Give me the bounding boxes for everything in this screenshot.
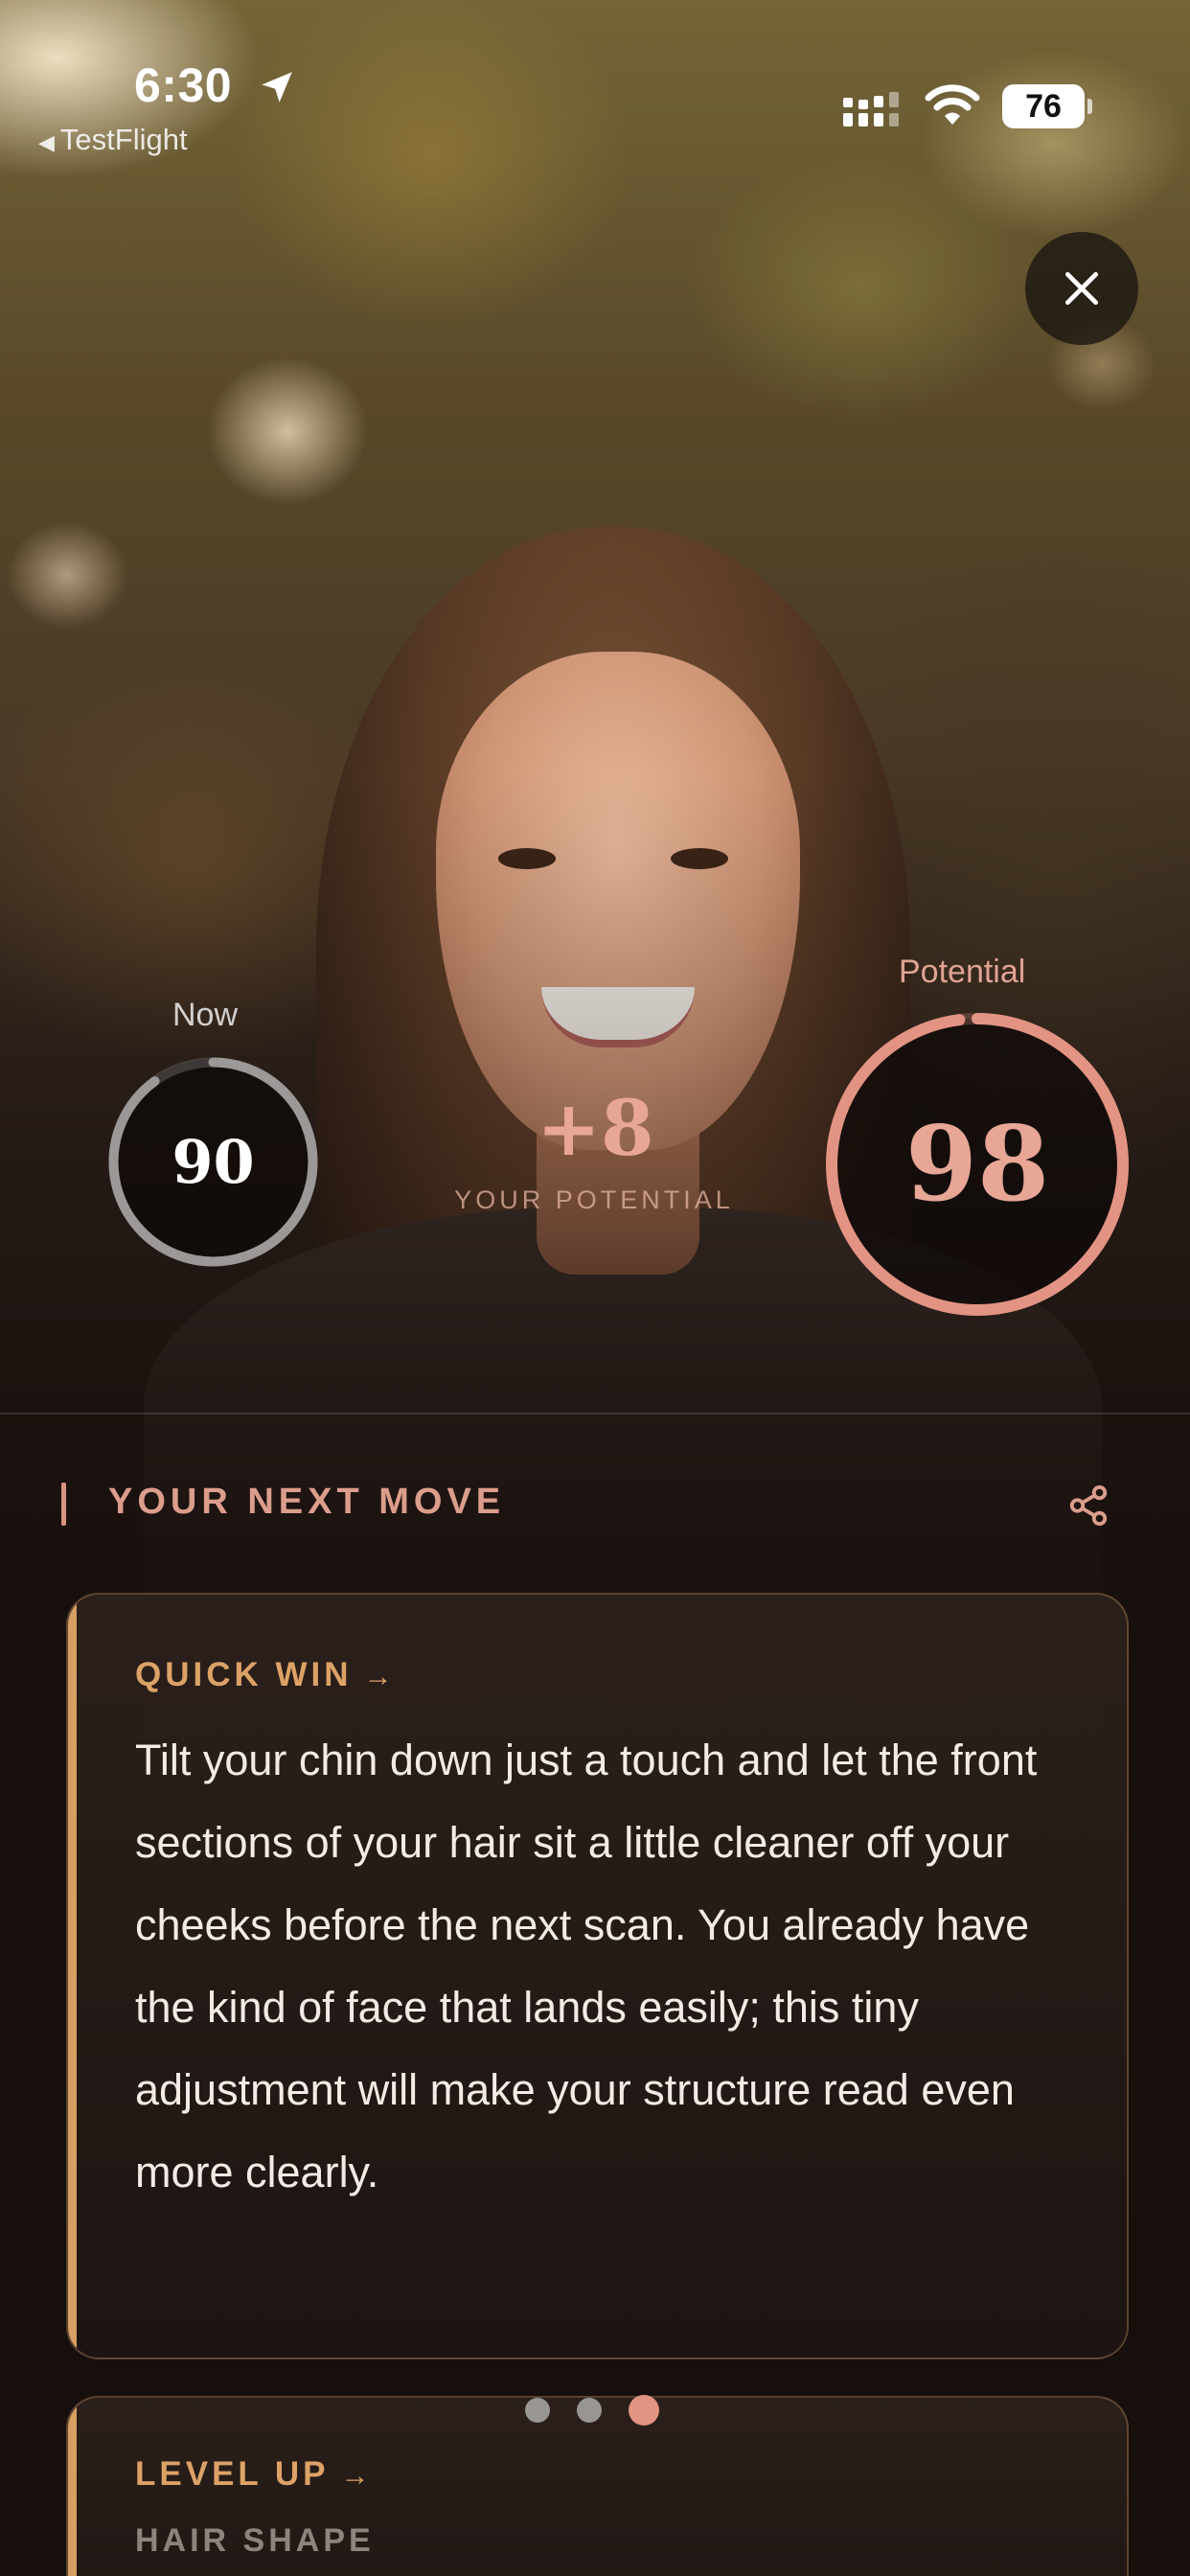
now-score-label: Now [172,997,239,1033]
level-up-kicker[interactable]: LEVEL UP → [135,2455,370,2494]
section-accent-bar [61,1483,66,1526]
status-time: 6:30 [134,58,233,112]
location-arrow-icon [262,72,292,103]
back-to-testflight-link[interactable]: ◀ TestFlight [38,123,188,157]
quick-win-card[interactable]: QUICK WIN → Tilt your chin down just a to… [66,1593,1129,2359]
back-app-label: TestFlight [59,123,188,156]
battery-indicator: 76 [1002,84,1092,128]
potential-delta-caption: YOUR POTENTIAL [454,1185,734,1214]
quick-win-body: Tilt your chin down just a touch and let… [135,1736,1038,2196]
wifi-icon [925,84,980,125]
potential-score-ring: 98 [819,1006,1135,1322]
page-dot[interactable] [577,2398,602,2423]
close-button[interactable] [1025,232,1138,345]
level-up-subtitle: HAIR SHAPE [135,2522,375,2559]
section-title: YOUR NEXT MOVE [108,1482,506,1522]
screen: 6:30 ◀ TestFlight 76 Now 90 +8 YOUR POTE… [0,0,1190,2576]
cellular-signal-icon [843,92,899,126]
page-dot[interactable] [525,2398,550,2423]
quick-win-kicker[interactable]: QUICK WIN → [135,1656,393,1694]
now-score-ring: 90 [101,1049,326,1275]
back-arrow-icon: ◀ [38,130,55,154]
section-divider [0,1413,1190,1414]
potential-delta: +8 [537,1083,654,1173]
close-icon [1064,271,1099,306]
arrow-right-icon: → [340,2460,370,2492]
arrow-right-icon: → [363,1661,393,1692]
share-icon[interactable] [1066,1484,1110,1528]
potential-score-label: Potential [899,954,1026,990]
page-dot-active[interactable] [629,2395,659,2426]
page-indicator [525,2395,659,2426]
now-score-value: 90 [172,1127,255,1197]
potential-score-value: 98 [904,1104,1050,1225]
